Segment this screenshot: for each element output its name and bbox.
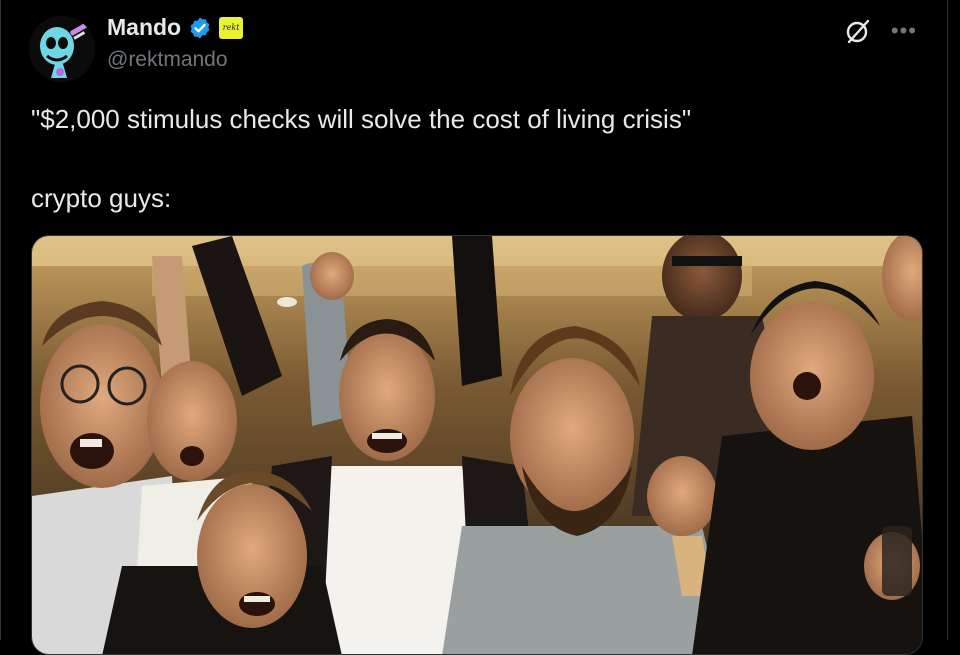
- author-avatar[interactable]: [29, 16, 95, 82]
- grok-icon[interactable]: [843, 16, 873, 46]
- author-name-row: Mando rekt: [107, 14, 244, 41]
- author-name[interactable]: Mando: [107, 14, 181, 41]
- verified-badge-icon[interactable]: [188, 16, 212, 40]
- tweet-top-actions: •••: [843, 16, 917, 46]
- photo-meme-crowd-cheering-icon: [32, 236, 922, 654]
- tweet-text-line-2: crypto guys:: [31, 183, 172, 213]
- tweet-text-line-1: "$2,000 stimulus checks will solve the c…: [31, 104, 692, 134]
- org-badge-text: rekt: [222, 23, 240, 32]
- author-handle[interactable]: @rektmando: [107, 48, 228, 72]
- tweet-card[interactable]: Mando rekt @rektmando ••• "$2,000 stimul…: [0, 0, 948, 655]
- more-horizontal-icon[interactable]: •••: [891, 20, 917, 42]
- org-badge-icon[interactable]: rekt: [219, 16, 244, 39]
- skull-mascot-avatar-icon: [29, 16, 95, 82]
- tweet-media-photo[interactable]: [31, 235, 923, 655]
